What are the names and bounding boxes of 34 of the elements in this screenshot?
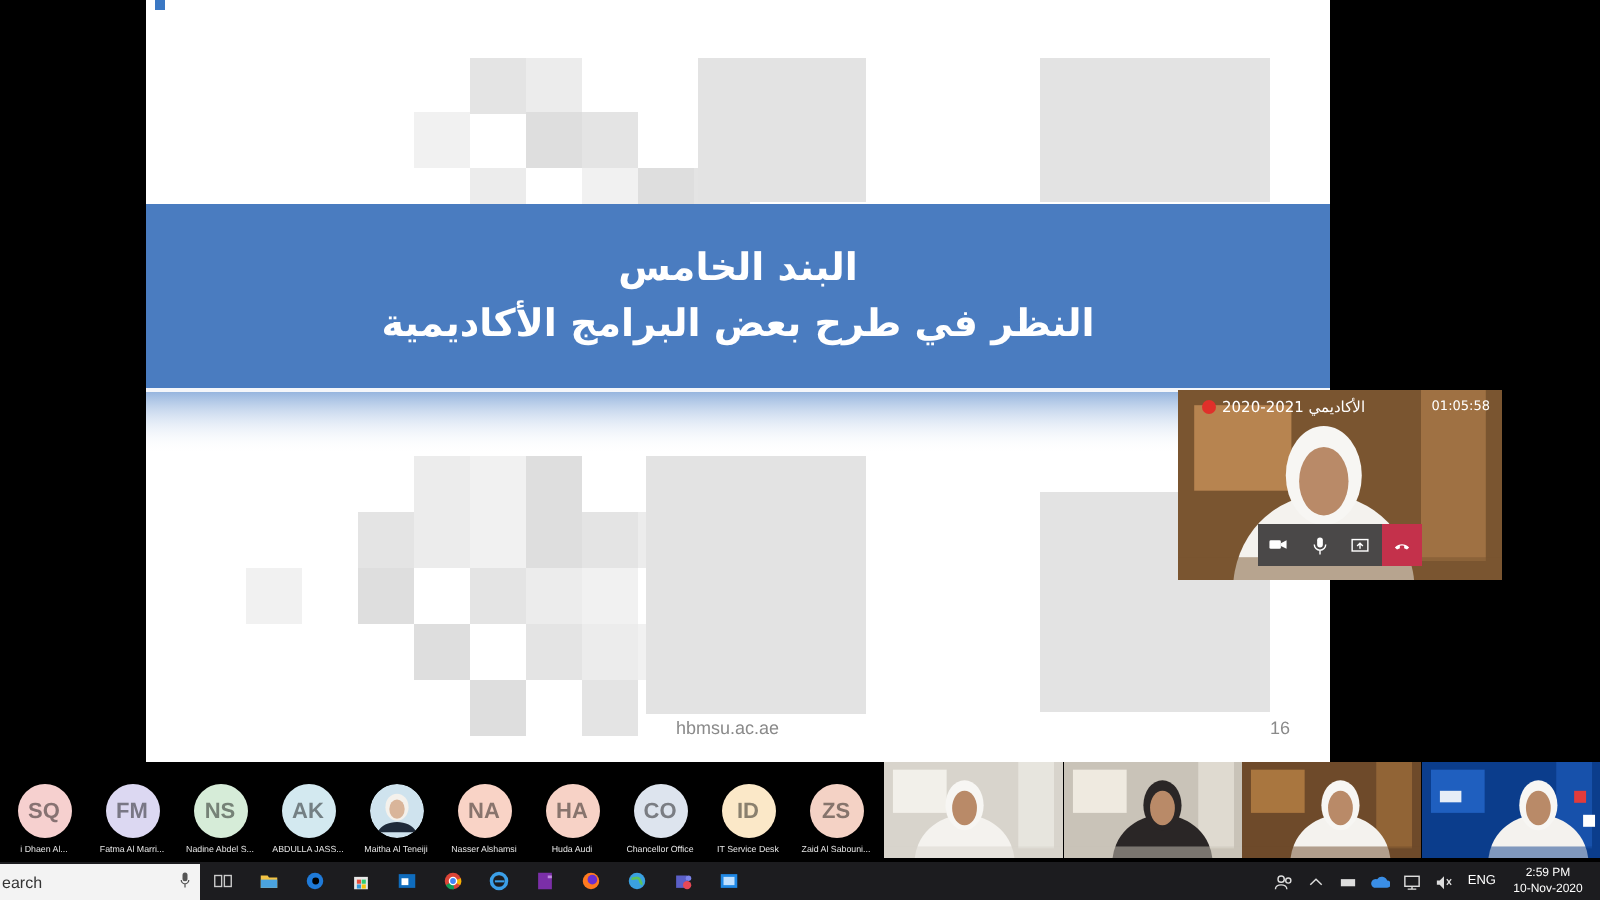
avatar[interactable]: ZS [809, 784, 863, 838]
speaker-muted-icon[interactable] [1433, 871, 1454, 891]
avatar[interactable]: ID [721, 784, 775, 838]
cloud-icon[interactable] [1369, 871, 1390, 891]
globe-icon [626, 870, 648, 892]
share-screen-icon [1350, 535, 1371, 555]
avatar[interactable]: NS [193, 784, 247, 838]
slide-title: البند الخامس [618, 244, 858, 292]
slide-footer-url: hbmsu.ac.ae [676, 718, 780, 738]
notebook-icon [534, 870, 556, 892]
microphone-icon[interactable] [180, 872, 190, 888]
avatar[interactable]: NA [457, 784, 511, 838]
hang-up-button[interactable] [1381, 524, 1422, 566]
avatar[interactable]: AK [281, 784, 335, 838]
avatar-icon[interactable] [369, 784, 423, 838]
avatar[interactable]: CO [633, 784, 687, 838]
avatar[interactable]: FM [105, 784, 159, 838]
microphone-icon [1309, 535, 1330, 555]
page-number: 16 [1269, 718, 1290, 738]
search-field[interactable]: earch [0, 864, 200, 900]
task-view-icon [212, 870, 234, 892]
avatar[interactable]: SQ [17, 784, 71, 838]
camera-icon [1268, 535, 1289, 555]
browser-icon [488, 870, 510, 892]
slide-subtitle: النظر في طرح بعض البرامج الأكاديمية [381, 300, 1095, 348]
browser-icon [304, 870, 326, 892]
people-icon[interactable] [1273, 871, 1294, 891]
logo-mark-icon [154, 0, 166, 10]
team-icon [672, 870, 694, 892]
mail-icon [396, 870, 418, 892]
window-icon [718, 870, 740, 892]
folder-icon [258, 870, 280, 892]
ring-logo-icon [442, 870, 464, 892]
avatar[interactable]: HA [545, 784, 599, 838]
